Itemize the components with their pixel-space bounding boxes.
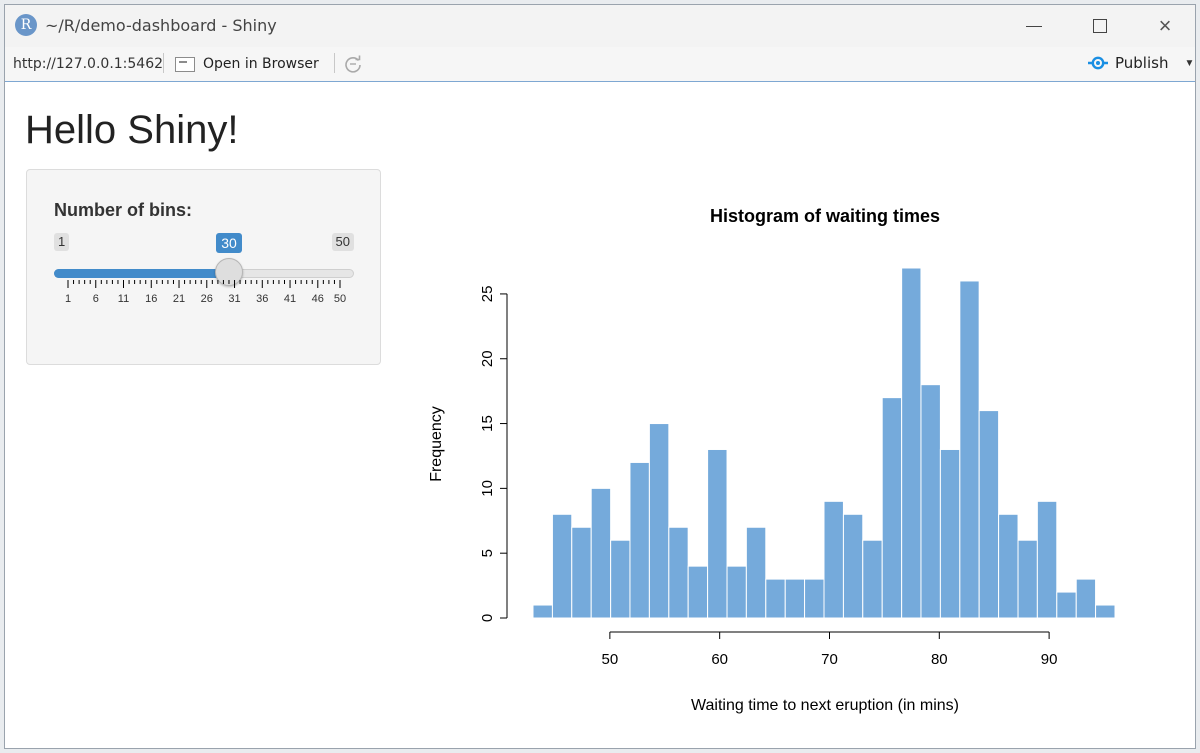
histogram-bar [610,539,631,619]
x-axis: 50 60 70 80 90 [602,631,1058,668]
histogram-bar [862,539,883,619]
shiny-app-content: Hello Shiny! Number of bins: 1 50 30 161… [5,82,1195,748]
minimize-button[interactable] [1005,5,1061,47]
x-tick-label: 60 [711,651,728,668]
histogram-bar [881,397,903,619]
publish-icon [1088,56,1108,70]
slider-value-label: 30 [216,233,242,253]
toolbar-divider [163,53,164,73]
histogram-bar [551,513,573,619]
r-app-icon: R [15,14,37,36]
title-bar: R ~/R/demo-dashboard - Shiny × [5,5,1195,47]
slider-grid-label: 31 [228,293,240,305]
publish-label: Publish [1115,54,1169,72]
histogram-bar [668,526,689,619]
page-title: Hello Shiny! [25,108,239,152]
histogram-chart: Histogram of waiting times Frequency Wai… [428,206,1116,714]
y-axis: 0 5 10 15 20 25 [479,286,508,622]
histogram-bar [745,526,767,619]
x-tick-label: 50 [602,651,619,668]
y-tick-label: 10 [479,480,496,497]
x-tick-label: 70 [821,651,838,668]
y-tick-label: 25 [479,286,496,303]
slider-grid: 1 6 11 16 21 26 31 36 41 46 50 [65,280,346,305]
slider-grid-label: 11 [118,293,129,305]
slider-max-label: 50 [331,233,354,251]
x-tick-label: 80 [931,651,948,668]
histogram-bar [1056,591,1077,619]
y-tick-label: 20 [479,350,496,367]
publish-button[interactable]: Publish ▼ [1087,54,1194,72]
rstudio-viewer-window: R ~/R/demo-dashboard - Shiny × http://12… [4,4,1196,749]
histogram-bar [532,604,553,619]
x-tick-label: 90 [1041,651,1058,668]
histogram-bar [784,578,806,619]
histogram-bar [1017,539,1038,619]
histogram-bar [920,384,941,619]
histogram-bar [571,526,592,619]
slider-grid-label: 1 [65,293,71,305]
slider-grid-label: 50 [334,293,346,305]
histogram-bar [1075,578,1097,619]
x-axis-label: Waiting time to next eruption (in mins) [691,697,959,714]
refresh-icon[interactable] [343,54,363,74]
histogram-bars [532,267,1116,619]
histogram-bar [765,578,786,619]
slider-grid-label: 41 [284,293,296,305]
chevron-down-icon[interactable]: ▼ [1184,58,1194,69]
viewer-toolbar: http://127.0.0.1:5462 Open in Browser Pu… [5,47,1195,82]
close-button[interactable]: × [1137,5,1193,47]
histogram-bar [823,500,844,619]
slider-grid-label: 36 [256,293,268,305]
slider-grid-label: 6 [93,293,99,305]
histogram-bar [1036,500,1058,619]
histogram-bar [842,513,864,619]
histogram-bar [978,410,1000,619]
slider-grid-label: 21 [173,293,185,305]
y-tick-label: 15 [479,415,496,432]
y-tick-label: 5 [479,549,496,557]
slider-fill [54,269,229,278]
chart-title: Histogram of waiting times [710,206,940,226]
slider-grid-label: 26 [201,293,213,305]
maximize-button[interactable] [1071,5,1127,47]
histogram-bar [959,280,980,619]
histogram-bar [939,448,961,619]
url-text: http://127.0.0.1:5462 [13,56,164,72]
histogram-bar [804,578,825,619]
open-browser-icon [175,56,195,72]
histogram-bar [629,461,650,619]
open-in-browser-button[interactable]: Open in Browser [175,53,319,75]
histogram-bar [726,565,747,619]
slider-min-label: 1 [54,233,70,251]
histogram-bar [901,267,922,619]
y-tick-label: 0 [479,614,496,622]
window-title: ~/R/demo-dashboard - Shiny [45,16,277,35]
histogram-bar [998,513,1019,619]
open-in-browser-label: Open in Browser [203,56,319,72]
slider-grid-label: 46 [312,293,324,305]
toolbar-divider [334,53,335,73]
sidebar-panel: Number of bins: 1 50 30 1 6 11 16 21 26 31 36 41… [26,169,381,365]
slider-grid-label: 16 [145,293,157,305]
y-axis-label: Frequency [428,406,445,482]
histogram-bar [687,565,709,619]
histogram-bar [1095,604,1116,619]
histogram-bar [648,423,670,619]
histogram-bar [707,448,728,619]
bins-label: Number of bins: [54,200,192,220]
histogram-bar [590,487,612,619]
bins-slider[interactable]: 1 50 30 1 6 11 16 21 26 31 36 41 46 50 [54,233,354,313]
